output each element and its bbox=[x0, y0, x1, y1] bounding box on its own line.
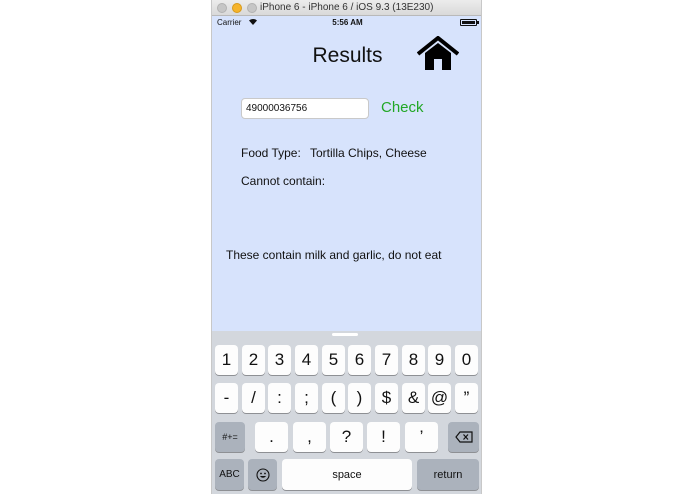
key-2[interactable]: 2 bbox=[242, 345, 265, 375]
status-bar: Carrier 5:56 AM bbox=[212, 16, 481, 30]
key-8[interactable]: 8 bbox=[402, 345, 425, 375]
close-window-button[interactable] bbox=[217, 3, 227, 13]
key-1[interactable]: 1 bbox=[215, 345, 238, 375]
abc-key[interactable]: ABC bbox=[215, 459, 244, 490]
return-key[interactable]: return bbox=[417, 459, 479, 490]
keyboard: 1 2 3 4 5 6 7 8 9 0 - / : ; ( ) $ & @ ” … bbox=[212, 331, 481, 494]
battery-icon bbox=[460, 19, 479, 26]
simulator-window: iPhone 6 - iPhone 6 / iOS 9.3 (13E230) C… bbox=[211, 0, 482, 494]
key-6[interactable]: 6 bbox=[348, 345, 371, 375]
key-5[interactable]: 5 bbox=[322, 345, 345, 375]
key-exclamation[interactable]: ! bbox=[367, 422, 400, 452]
key-7[interactable]: 7 bbox=[375, 345, 398, 375]
food-type-label: Food Type: bbox=[241, 146, 301, 160]
status-time: 5:56 AM bbox=[332, 18, 363, 27]
key-ampersand[interactable]: & bbox=[402, 383, 425, 413]
barcode-input[interactable] bbox=[241, 98, 369, 119]
symbols-key[interactable]: #+= bbox=[215, 422, 245, 452]
key-open-paren[interactable]: ( bbox=[322, 383, 345, 413]
key-dollar[interactable]: $ bbox=[375, 383, 398, 413]
delete-key[interactable] bbox=[448, 422, 479, 452]
window-title: iPhone 6 - iPhone 6 / iOS 9.3 (13E230) bbox=[260, 2, 434, 13]
key-close-paren[interactable]: ) bbox=[348, 383, 371, 413]
emoji-key[interactable] bbox=[248, 459, 277, 490]
key-question[interactable]: ? bbox=[330, 422, 363, 452]
cannot-contain-label: Cannot contain: bbox=[241, 174, 326, 188]
warning-text: These contain milk and garlic, do not ea… bbox=[226, 248, 442, 262]
key-apostrophe[interactable]: ’ bbox=[405, 422, 438, 452]
key-hyphen[interactable]: - bbox=[215, 383, 238, 413]
key-9[interactable]: 9 bbox=[428, 345, 451, 375]
key-colon[interactable]: : bbox=[268, 383, 291, 413]
space-key[interactable]: space bbox=[282, 459, 412, 490]
key-at[interactable]: @ bbox=[428, 383, 451, 413]
check-button[interactable]: Check bbox=[381, 99, 424, 116]
food-type-value: Tortilla Chips, Cheese bbox=[310, 146, 427, 160]
minimize-window-button[interactable] bbox=[232, 3, 242, 13]
key-slash[interactable]: / bbox=[242, 383, 265, 413]
key-quote[interactable]: ” bbox=[455, 383, 478, 413]
keyboard-grabber[interactable] bbox=[332, 333, 358, 336]
key-0[interactable]: 0 bbox=[455, 345, 478, 375]
emoji-icon bbox=[255, 467, 270, 482]
maximize-window-button[interactable] bbox=[247, 3, 257, 13]
key-semicolon[interactable]: ; bbox=[295, 383, 318, 413]
key-4[interactable]: 4 bbox=[295, 345, 318, 375]
key-3[interactable]: 3 bbox=[268, 345, 291, 375]
key-period[interactable]: . bbox=[255, 422, 288, 452]
delete-backspace-icon bbox=[454, 431, 473, 443]
key-comma[interactable]: , bbox=[293, 422, 326, 452]
home-icon[interactable] bbox=[417, 36, 459, 72]
simulator-titlebar: iPhone 6 - iPhone 6 / iOS 9.3 (13E230) bbox=[212, 0, 481, 16]
